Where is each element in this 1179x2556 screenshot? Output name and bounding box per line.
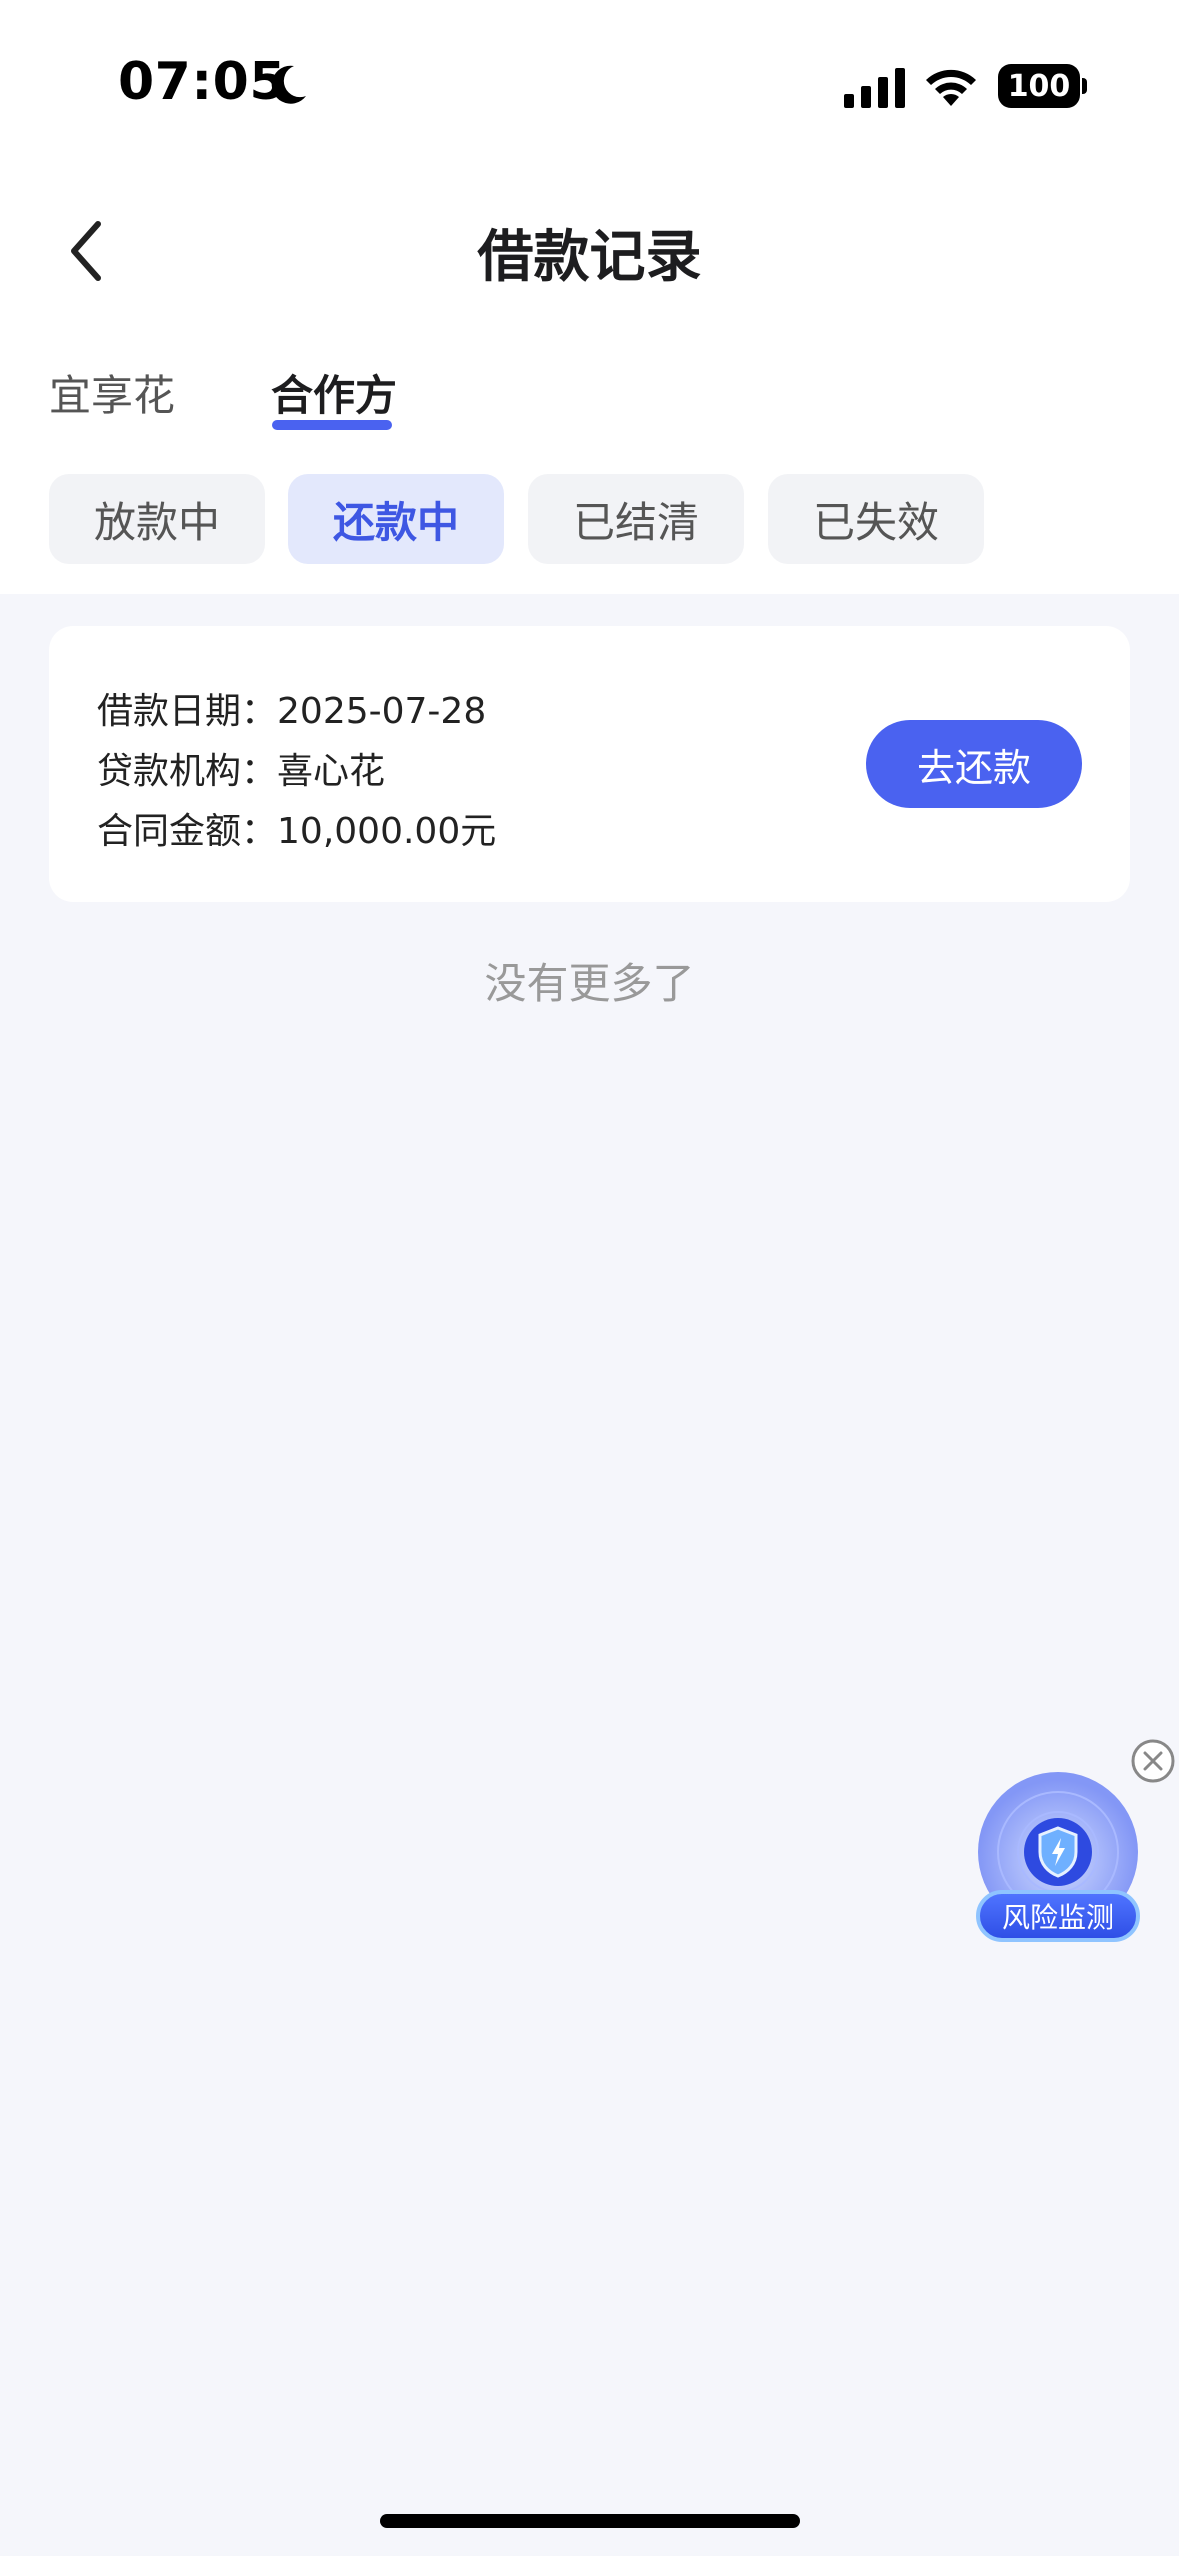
risk-monitor-widget[interactable]: 风险监测: [972, 1760, 1150, 1956]
repay-button[interactable]: 去还款: [866, 720, 1082, 808]
loan-card: 借款日期：2025-07-28 贷款机构：喜心花 合同金额：10,000.00元…: [49, 626, 1130, 902]
contract-amount-value: 10,000.00元: [277, 811, 497, 852]
status-time: 07:05: [118, 52, 287, 112]
filter-chip-disbursing[interactable]: 放款中: [49, 474, 265, 564]
battery-cap: [1082, 78, 1087, 94]
filter-chip-settled[interactable]: 已结清: [528, 474, 744, 564]
loan-date-row: 借款日期：2025-07-28: [97, 682, 486, 734]
risk-monitor-label: 风险监测: [976, 1890, 1140, 1942]
lender-label: 贷款机构：: [97, 751, 278, 792]
radar-shield-icon: [978, 1772, 1138, 1910]
contract-amount-row: 合同金额：10,000.00元: [97, 802, 496, 854]
filter-chip-expired[interactable]: 已失效: [768, 474, 984, 564]
tab-yixianghua[interactable]: 宜享花: [49, 362, 175, 423]
tab-partner[interactable]: 合作方: [271, 362, 397, 423]
home-indicator[interactable]: [380, 2514, 800, 2528]
active-tab-underline: [272, 420, 392, 430]
loan-date-value: 2025-07-28: [277, 691, 487, 732]
list-end-text: 没有更多了: [484, 959, 695, 1008]
loan-date-label: 借款日期：: [97, 691, 278, 732]
page-title: 借款记录: [477, 225, 702, 290]
wifi-icon: [926, 69, 976, 106]
lender-row: 贷款机构：喜心花: [97, 742, 385, 794]
battery-indicator: 100: [998, 64, 1080, 108]
contract-amount-label: 合同金额：: [97, 811, 278, 852]
lender-value: 喜心花: [277, 751, 386, 792]
cellular-signal-icon: [844, 68, 905, 108]
filter-chip-repaying[interactable]: 还款中: [288, 474, 504, 564]
moon-icon: [271, 65, 306, 104]
